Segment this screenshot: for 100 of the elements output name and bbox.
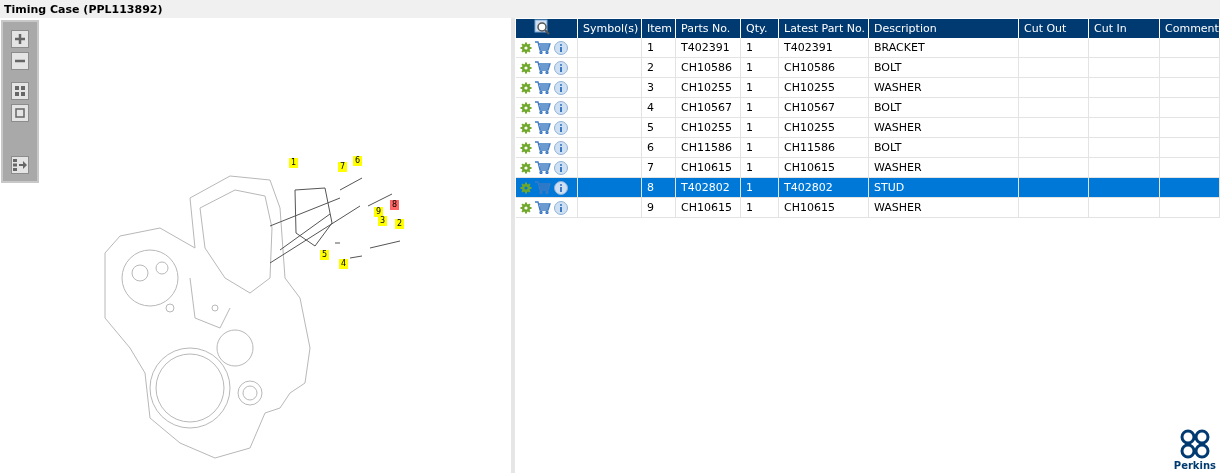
table-row[interactable]: 3 CH10255 1 CH10255 WASHER: [515, 77, 1220, 98]
table-cell: 1: [740, 137, 779, 158]
info-icon[interactable]: [553, 120, 568, 135]
table-row[interactable]: 4 CH10567 1 CH10567 BOLT: [515, 97, 1220, 118]
table-cell: 8: [641, 177, 676, 198]
callout-label[interactable]: 5: [320, 250, 330, 260]
table-cell: 1: [641, 38, 676, 58]
table-cell: T402391: [778, 38, 869, 58]
table-row[interactable]: 1 T402391 1 T402391 BRACKET: [515, 38, 1220, 58]
table-cell: 1: [740, 77, 779, 98]
info-icon[interactable]: [553, 160, 568, 175]
table-cell: 6: [641, 137, 676, 158]
cart-icon[interactable]: [534, 141, 551, 154]
cart-icon[interactable]: [534, 81, 551, 94]
window-title: Timing Case (PPL113892): [4, 2, 163, 16]
table-cell: WASHER: [868, 197, 1019, 218]
table-row[interactable]: 8 T402802 1 T402802 STUD: [515, 177, 1220, 198]
search-icon[interactable]: [533, 19, 550, 35]
info-icon[interactable]: [553, 60, 568, 75]
table-cell: 1: [740, 97, 779, 118]
column-header[interactable]: Qty.: [740, 19, 779, 38]
cart-icon[interactable]: [534, 101, 551, 114]
table-cell: CH10255: [778, 117, 869, 138]
table-row[interactable]: 5 CH10255 1 CH10255 WASHER: [515, 117, 1220, 138]
callout-label[interactable]: 3: [378, 216, 388, 226]
export-button[interactable]: [11, 156, 29, 174]
table-cell: CH10255: [675, 77, 741, 98]
table-cell: BOLT: [868, 57, 1019, 78]
cart-icon[interactable]: [534, 161, 551, 174]
square-icon: [14, 107, 26, 119]
column-header[interactable]: Item: [641, 19, 676, 38]
column-header[interactable]: Parts No.: [675, 19, 741, 38]
logo-text: Perkins: [1173, 460, 1216, 471]
callout-label[interactable]: 7: [338, 162, 348, 172]
table-cell: 4: [641, 97, 676, 118]
info-icon[interactable]: [553, 80, 568, 95]
table-cell: 1: [740, 197, 779, 218]
info-icon[interactable]: [553, 200, 568, 215]
table-cell: CH10255: [675, 117, 741, 138]
gear-icon[interactable]: [519, 161, 532, 174]
table-row[interactable]: 9 CH10615 1 CH10615 WASHER: [515, 197, 1220, 218]
callout-label[interactable]: 2: [395, 219, 405, 229]
column-header[interactable]: Description: [868, 19, 1019, 38]
cart-icon[interactable]: [534, 201, 551, 214]
table-cell: WASHER: [868, 157, 1019, 178]
table-cell: 9: [641, 197, 676, 218]
cart-icon[interactable]: [534, 61, 551, 74]
table-cell: CH10567: [778, 97, 869, 118]
gear-icon[interactable]: [519, 61, 532, 74]
info-icon[interactable]: [553, 100, 568, 115]
info-icon[interactable]: [553, 180, 568, 195]
column-header[interactable]: Cut Out: [1018, 19, 1089, 38]
gear-icon[interactable]: [519, 41, 532, 54]
table-cell: BOLT: [868, 137, 1019, 158]
info-icon[interactable]: [553, 40, 568, 55]
table-cell: CH10615: [675, 157, 741, 178]
table-cell: 1: [740, 38, 779, 58]
table-cell: 7: [641, 157, 676, 178]
table-cell: 2: [641, 57, 676, 78]
column-header[interactable]: Cut In: [1088, 19, 1160, 38]
table-cell: 3: [641, 77, 676, 98]
callout-label[interactable]: 1: [289, 158, 299, 168]
callout-label[interactable]: 8: [390, 200, 400, 210]
table-cell: 1: [740, 177, 779, 198]
list-arrow-icon: [13, 159, 27, 171]
table-cell: WASHER: [868, 117, 1019, 138]
callout-label[interactable]: 6: [353, 156, 363, 166]
actual-size-button[interactable]: [11, 104, 29, 122]
info-icon[interactable]: [553, 140, 568, 155]
table-row[interactable]: 6 CH11586 1 CH11586 BOLT: [515, 137, 1220, 158]
column-header[interactable]: Comment: [1159, 19, 1220, 38]
table-cell: CH10615: [778, 197, 869, 218]
zoom-out-button[interactable]: [11, 52, 29, 70]
table-row[interactable]: 7 CH10615 1 CH10615 WASHER: [515, 157, 1220, 178]
cart-icon[interactable]: [534, 41, 551, 54]
table-cell: CH10255: [778, 77, 869, 98]
gear-icon[interactable]: [519, 81, 532, 94]
gear-icon[interactable]: [519, 121, 532, 134]
cart-icon[interactable]: [534, 121, 551, 134]
gear-icon[interactable]: [519, 141, 532, 154]
zoom-in-button[interactable]: [11, 30, 29, 48]
table-cell: 1: [740, 157, 779, 178]
callout-label[interactable]: 4: [339, 259, 349, 269]
table-cell: T402391: [675, 38, 741, 58]
table-row[interactable]: 2 CH10586 1 CH10586 BOLT: [515, 57, 1220, 78]
table-cell: 5: [641, 117, 676, 138]
table-cell: CH10615: [778, 157, 869, 178]
table-cell: CH10567: [675, 97, 741, 118]
gear-icon[interactable]: [519, 101, 532, 114]
fit-view-button[interactable]: [11, 82, 29, 100]
table-cell: 1: [740, 117, 779, 138]
column-header[interactable]: Symbol(s): [577, 19, 642, 38]
table-cell: CH11586: [778, 137, 869, 158]
table-cell: STUD: [868, 177, 1019, 198]
column-header[interactable]: Latest Part No.: [778, 19, 869, 38]
table-cell: T402802: [778, 177, 869, 198]
grid-icon: [14, 85, 26, 97]
table-cell: BRACKET: [868, 38, 1019, 58]
gear-icon[interactable]: [519, 201, 532, 214]
callout-label[interactable]: 9: [374, 207, 384, 217]
